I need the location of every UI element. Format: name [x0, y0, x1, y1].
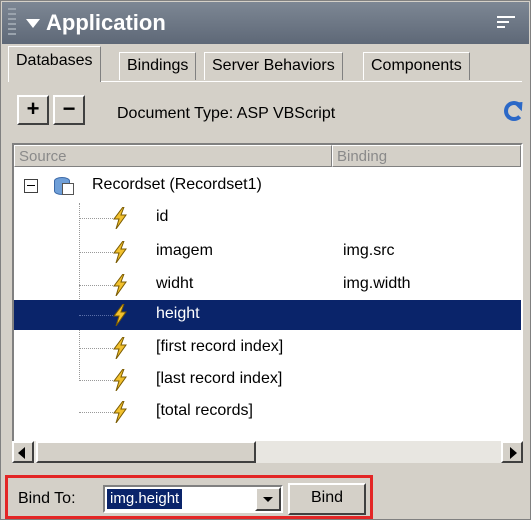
scroll-left-button[interactable] — [12, 441, 34, 463]
column-header-binding[interactable]: Binding — [332, 145, 521, 167]
field-name: id — [156, 208, 169, 225]
field-bolt-icon — [112, 274, 128, 296]
field-name: height — [156, 305, 200, 322]
add-binding-button[interactable]: + — [17, 95, 49, 125]
arrow-left-icon — [18, 447, 25, 459]
field-name: [first record index] — [156, 338, 284, 355]
toolbar: + − Document Type: ASP VBScript — [1, 83, 531, 139]
scroll-right-button[interactable] — [501, 441, 523, 463]
panel-title-bar[interactable]: Application — [2, 2, 529, 44]
field-bolt-icon — [112, 401, 128, 423]
tab-bindings[interactable]: Bindings — [119, 52, 197, 80]
field-row-id[interactable]: id — [14, 203, 521, 233]
column-header-source[interactable]: Source — [14, 145, 332, 167]
field-row-first-record-index[interactable]: [first record index] — [14, 333, 521, 363]
tab-components[interactable]: Components — [363, 52, 470, 80]
field-name: [last record index] — [156, 370, 283, 387]
field-name: widht — [156, 275, 194, 292]
application-panel: Application Databases Bindings Server Be… — [0, 0, 531, 520]
scrollbar-thumb[interactable] — [36, 441, 256, 463]
bind-to-label: Bind To: — [18, 490, 76, 507]
tab-databases[interactable]: Databases — [8, 46, 101, 82]
collapse-toggle-icon[interactable] — [24, 179, 38, 193]
field-row-total-records[interactable]: [total records] — [14, 397, 521, 427]
document-type-label: Document Type: ASP VBScript — [117, 105, 336, 122]
bindings-tree[interactable]: Source Binding Recordset (Recordset1) id… — [12, 143, 523, 463]
recordset-label: Recordset (Recordset1) — [92, 176, 262, 193]
field-name: [total records] — [156, 402, 253, 419]
remove-binding-button[interactable]: − — [53, 95, 85, 125]
field-name: imagem — [156, 242, 213, 259]
recordset-icon — [54, 175, 74, 197]
arrow-right-icon — [510, 447, 517, 459]
bind-to-bar: Bind To: img.height Bind — [5, 475, 373, 519]
column-headers: Source Binding — [14, 145, 521, 167]
chevron-down-icon[interactable] — [255, 487, 281, 511]
tab-strip: Databases Bindings Server Behaviors Comp… — [8, 44, 488, 82]
field-row-height[interactable]: height — [14, 300, 521, 330]
bind-button[interactable]: Bind — [288, 483, 366, 515]
field-row-widht[interactable]: widht img.width — [14, 270, 521, 300]
collapse-triangle-icon[interactable] — [26, 19, 40, 28]
bind-to-select[interactable]: img.height — [103, 485, 283, 513]
field-bolt-icon — [112, 241, 128, 263]
field-bolt-icon — [112, 304, 128, 326]
tab-server-behaviors[interactable]: Server Behaviors — [204, 52, 343, 80]
refresh-icon[interactable] — [504, 101, 524, 121]
recordset-row[interactable]: Recordset (Recordset1) — [14, 171, 521, 201]
field-row-last-record-index[interactable]: [last record index] — [14, 365, 521, 395]
field-bolt-icon — [112, 337, 128, 359]
panel-title: Application — [46, 10, 166, 35]
drag-grip-icon[interactable] — [8, 8, 16, 36]
field-bolt-icon — [112, 207, 128, 229]
bind-to-value: img.height — [105, 488, 184, 510]
field-bolt-icon — [112, 369, 128, 391]
options-menu-icon[interactable] — [497, 16, 515, 30]
field-binding: img.width — [343, 275, 411, 292]
field-binding: img.src — [343, 242, 395, 259]
field-row-imagem[interactable]: imagem img.src — [14, 237, 521, 267]
horizontal-scrollbar[interactable] — [12, 441, 523, 463]
